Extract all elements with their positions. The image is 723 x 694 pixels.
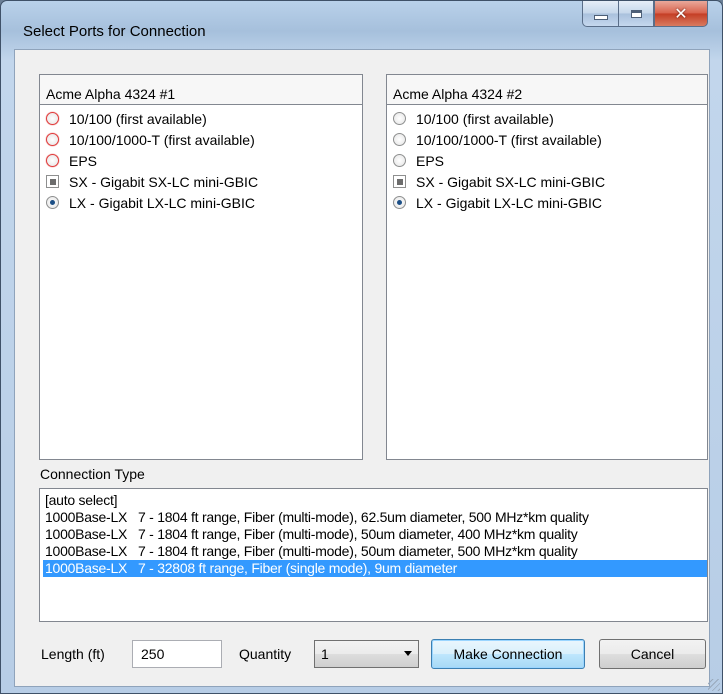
list-item[interactable]: [auto select] [43, 492, 707, 509]
length-label: Length (ft) [41, 646, 105, 662]
dialog-client-area: Acme Alpha 4324 #1 10/100 (first availab… [14, 49, 710, 687]
quantity-value: 1 [321, 646, 329, 662]
dialog-window: Select Ports for Connection ✕ Acme Alpha… [0, 0, 723, 694]
minimize-icon [593, 15, 608, 20]
window-controls: ✕ [582, 1, 708, 27]
maximize-button[interactable] [618, 1, 654, 27]
option-label: 10/100/1000-T (first available) [416, 131, 602, 148]
radio-selected-icon[interactable] [393, 196, 406, 209]
make-connection-button[interactable]: Make Connection [431, 639, 585, 669]
right-option-10-100-1000t[interactable]: 10/100/1000-T (first available) [387, 129, 707, 150]
list-item[interactable]: 1000Base-LX 7 - 1804 ft range, Fiber (mu… [43, 509, 707, 526]
left-device-header: Acme Alpha 4324 #1 [40, 75, 362, 105]
close-button[interactable]: ✕ [654, 1, 708, 27]
left-option-lx[interactable]: LX - Gigabit LX-LC mini-GBIC [40, 192, 362, 213]
quantity-select[interactable]: 1 [314, 640, 419, 668]
cancel-button[interactable]: Cancel [599, 639, 706, 669]
right-option-10-100[interactable]: 10/100 (first available) [387, 108, 707, 129]
right-option-lx[interactable]: LX - Gigabit LX-LC mini-GBIC [387, 192, 707, 213]
resize-grip-icon[interactable] [708, 679, 720, 691]
list-item-selected[interactable]: 1000Base-LX 7 - 32808 ft range, Fiber (s… [43, 560, 707, 577]
option-label: 10/100 (first available) [69, 110, 207, 127]
left-option-10-100[interactable]: 10/100 (first available) [40, 108, 362, 129]
connection-type-list[interactable]: [auto select] 1000Base-LX 7 - 1804 ft ra… [39, 488, 708, 622]
option-label: SX - Gigabit SX-LC mini-GBIC [69, 173, 259, 190]
radio-icon[interactable] [46, 112, 59, 125]
indeterminate-box-icon[interactable] [393, 175, 406, 188]
right-device-header: Acme Alpha 4324 #2 [387, 75, 707, 105]
option-label: LX - Gigabit LX-LC mini-GBIC [416, 194, 602, 211]
maximize-icon [630, 9, 642, 18]
option-label: LX - Gigabit LX-LC mini-GBIC [69, 194, 255, 211]
left-option-10-100-1000t[interactable]: 10/100/1000-T (first available) [40, 129, 362, 150]
radio-icon[interactable] [393, 112, 406, 125]
option-label: EPS [69, 152, 98, 169]
dropdown-arrow-icon [404, 651, 412, 656]
left-device-panel: Acme Alpha 4324 #1 10/100 (first availab… [39, 74, 363, 460]
left-option-sx[interactable]: SX - Gigabit SX-LC mini-GBIC [40, 171, 362, 192]
title-bar[interactable]: Select Ports for Connection ✕ [1, 1, 722, 49]
radio-icon[interactable] [393, 133, 406, 146]
radio-icon[interactable] [46, 133, 59, 146]
indeterminate-box-icon[interactable] [46, 175, 59, 188]
option-label: 10/100/1000-T (first available) [69, 131, 255, 148]
option-label: 10/100 (first available) [416, 110, 554, 127]
list-item[interactable]: 1000Base-LX 7 - 1804 ft range, Fiber (mu… [43, 526, 707, 543]
window-title: Select Ports for Connection [23, 23, 206, 40]
list-item[interactable]: 1000Base-LX 7 - 1804 ft range, Fiber (mu… [43, 543, 707, 560]
option-label: SX - Gigabit SX-LC mini-GBIC [416, 173, 606, 190]
right-option-eps[interactable]: EPS [387, 150, 707, 171]
left-option-eps[interactable]: EPS [40, 150, 362, 171]
right-option-sx[interactable]: SX - Gigabit SX-LC mini-GBIC [387, 171, 707, 192]
right-device-panel: Acme Alpha 4324 #2 10/100 (first availab… [386, 74, 708, 460]
radio-icon[interactable] [46, 154, 59, 167]
length-input[interactable]: 250 [132, 640, 222, 668]
minimize-button[interactable] [582, 1, 618, 27]
connection-type-label: Connection Type [40, 466, 145, 482]
radio-selected-icon[interactable] [46, 196, 59, 209]
close-icon: ✕ [674, 4, 688, 23]
radio-icon[interactable] [393, 154, 406, 167]
quantity-label: Quantity [239, 646, 292, 662]
option-label: EPS [416, 152, 445, 169]
